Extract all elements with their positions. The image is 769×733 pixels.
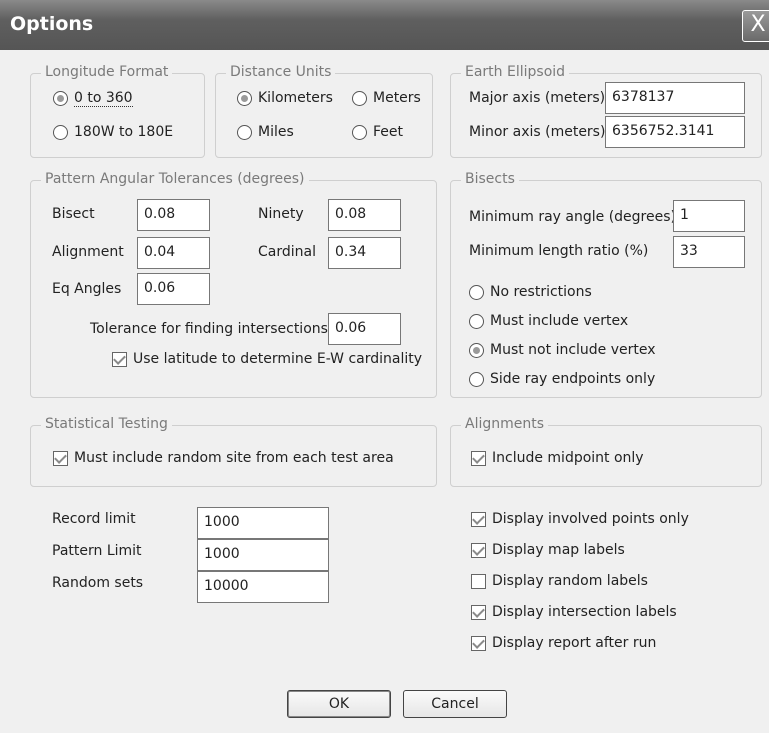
radio-selected-icon (469, 342, 484, 358)
bisect-label: Bisect (52, 206, 95, 222)
close-button[interactable]: X (742, 10, 769, 42)
random-site-checkbox[interactable]: Must include random site from each test … (53, 450, 394, 466)
checkbox-checked-icon (471, 604, 486, 620)
radio-label: 0 to 360 (74, 90, 133, 107)
radio-empty-icon (237, 124, 252, 140)
include-midpoint-checkbox[interactable]: Include midpoint only (471, 450, 644, 466)
radio-empty-icon (469, 284, 484, 300)
close-icon: X (750, 12, 766, 37)
cardinal-label: Cardinal (258, 244, 316, 260)
min-ray-angle-input[interactable]: 1 (673, 200, 745, 232)
checkbox-checked-icon (112, 351, 127, 367)
radio-miles[interactable]: Miles (237, 124, 294, 140)
radio-kilometers[interactable]: Kilometers (237, 90, 333, 106)
radio-feet[interactable]: Feet (352, 124, 403, 140)
ok-button[interactable]: OK (287, 690, 391, 718)
random-sets-label: Random sets (52, 575, 144, 591)
record-limit-label: Record limit (52, 511, 136, 527)
distance-units-group: Distance Units (215, 64, 433, 158)
checkbox-label: Must include random site from each test … (74, 450, 394, 466)
cancel-button-label: Cancel (431, 696, 479, 712)
record-limit-input[interactable]: 1000 (197, 507, 329, 539)
radio-side-ray-endpoints-only[interactable]: Side ray endpoints only (469, 371, 655, 387)
dialog-body: Longitude Format 0 to 360 180W to 180E D… (0, 50, 769, 733)
radio-label: Must not include vertex (490, 342, 656, 358)
dialog-title: Options (10, 13, 94, 35)
longitude-format-group: Longitude Format (30, 64, 205, 158)
display-intersection-labels-checkbox[interactable]: Display intersection labels (471, 604, 677, 620)
pattern-limit-label: Pattern Limit (52, 543, 142, 559)
display-random-labels-checkbox[interactable]: Display random labels (471, 573, 648, 589)
bisect-input[interactable]: 0.08 (137, 199, 210, 231)
checkbox-checked-icon (471, 450, 486, 466)
checkbox-empty-icon (471, 573, 486, 589)
checkbox-label: Include midpoint only (492, 450, 644, 466)
radio-label: Kilometers (258, 90, 333, 106)
statistical-testing-legend: Statistical Testing (41, 416, 172, 432)
checkbox-checked-icon (471, 511, 486, 527)
display-involved-points-checkbox[interactable]: Display involved points only (471, 511, 689, 527)
radio-label: Feet (373, 124, 404, 140)
display-map-labels-checkbox[interactable]: Display map labels (471, 542, 625, 558)
display-report-after-run-checkbox[interactable]: Display report after run (471, 635, 656, 651)
distance-units-legend: Distance Units (226, 64, 336, 80)
intersection-tolerance-input[interactable]: 0.06 (328, 313, 401, 345)
checkbox-label: Display map labels (492, 542, 625, 558)
checkbox-label: Display report after run (492, 635, 657, 651)
radio-empty-icon (53, 124, 68, 140)
checkbox-checked-icon (53, 450, 68, 466)
alignment-input[interactable]: 0.04 (137, 237, 210, 269)
radio-no-restrictions[interactable]: No restrictions (469, 284, 592, 300)
cancel-button[interactable]: Cancel (403, 690, 507, 718)
checkbox-label: Display random labels (492, 573, 648, 589)
eq-angles-label: Eq Angles (52, 281, 122, 297)
radio-label: No restrictions (490, 284, 592, 300)
checkbox-checked-icon (471, 542, 486, 558)
radio-label: Meters (373, 90, 421, 106)
earth-ellipsoid-legend: Earth Ellipsoid (461, 64, 570, 80)
random-sets-input[interactable]: 10000 (197, 571, 329, 603)
pattern-tolerances-legend: Pattern Angular Tolerances (degrees) (41, 171, 309, 187)
checkbox-label: Display involved points only (492, 511, 689, 527)
checkbox-checked-icon (471, 635, 486, 651)
cardinal-input[interactable]: 0.34 (328, 237, 401, 269)
title-bar[interactable]: Options X (0, 0, 769, 50)
alignment-label: Alignment (52, 244, 124, 260)
radio-empty-icon (469, 313, 484, 329)
checkbox-label: Use latitude to determine E-W cardinalit… (133, 351, 423, 367)
radio-label: Must include vertex (490, 313, 629, 329)
ok-button-label: OK (328, 696, 350, 712)
radio-selected-icon (237, 90, 252, 106)
radio-meters[interactable]: Meters (352, 90, 421, 106)
radio-selected-icon (53, 91, 68, 106)
checkbox-label: Display intersection labels (492, 604, 677, 620)
intersection-tolerance-label: Tolerance for finding intersections (90, 321, 328, 337)
major-axis-label: Major axis (meters) (469, 90, 606, 106)
radio-180w-to-180e[interactable]: 180W to 180E (53, 124, 173, 140)
longitude-format-legend: Longitude Format (41, 64, 173, 80)
min-length-ratio-input[interactable]: 33 (673, 236, 745, 268)
major-axis-input[interactable]: 6378137 (605, 82, 745, 114)
radio-label: 180W to 180E (74, 124, 174, 140)
min-ray-angle-label: Minimum ray angle (degrees) (469, 209, 676, 225)
radio-empty-icon (352, 124, 367, 140)
radio-must-include-vertex[interactable]: Must include vertex (469, 313, 628, 329)
minor-axis-label: Minor axis (meters) (469, 124, 606, 140)
bisects-legend: Bisects (461, 171, 519, 187)
radio-0-to-360[interactable]: 0 to 360 (53, 90, 133, 107)
latitude-cardinality-checkbox[interactable]: Use latitude to determine E-W cardinalit… (112, 351, 422, 367)
ninety-input[interactable]: 0.08 (328, 199, 401, 231)
minor-axis-input[interactable]: 6356752.3141 (605, 116, 745, 148)
min-length-ratio-label: Minimum length ratio (%) (469, 243, 649, 259)
radio-label: Miles (258, 124, 294, 140)
radio-must-not-include-vertex[interactable]: Must not include vertex (469, 342, 656, 358)
radio-empty-icon (352, 90, 367, 106)
alignments-legend: Alignments (461, 416, 549, 432)
ninety-label: Ninety (258, 206, 304, 222)
radio-empty-icon (469, 371, 484, 387)
eq-angles-input[interactable]: 0.06 (137, 273, 210, 305)
pattern-limit-input[interactable]: 1000 (197, 539, 329, 571)
options-dialog: Options X Longitude Format 0 to 360 180W… (0, 0, 769, 733)
radio-label: Side ray endpoints only (490, 371, 656, 387)
